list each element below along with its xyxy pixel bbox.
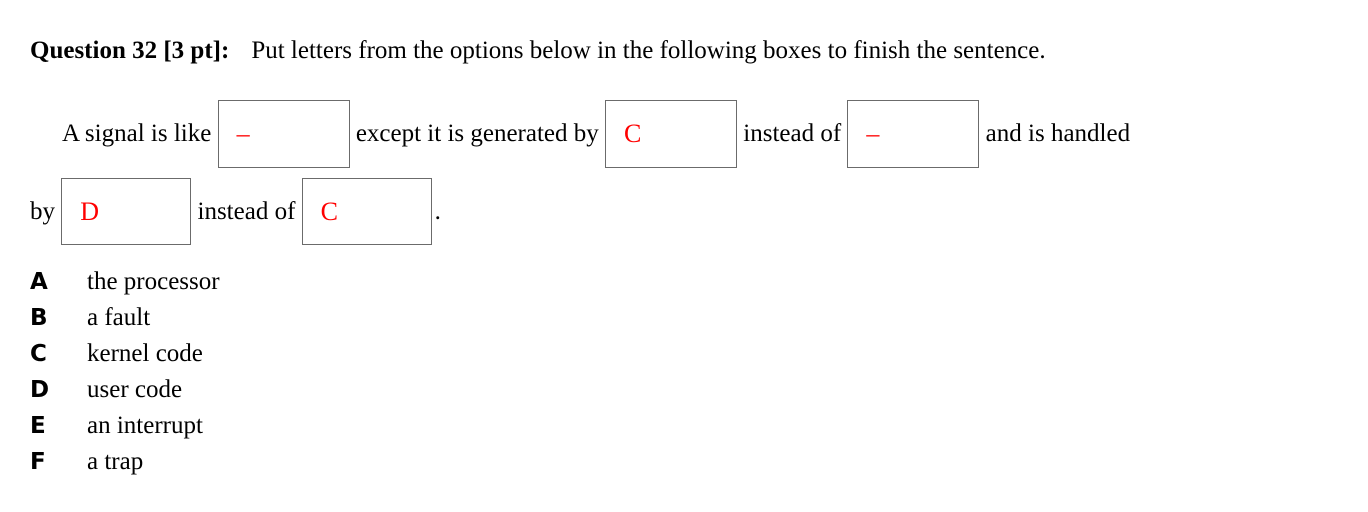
answer-box-5-value: C: [320, 196, 338, 226]
option-key-e: E: [30, 413, 46, 439]
answer-box-2[interactable]: C: [605, 100, 738, 168]
option-key-d: D: [30, 377, 50, 403]
exam-question-page: Question 32 [3 pt]: Put letters from the …: [0, 0, 1368, 512]
option-text-d: user code: [87, 376, 183, 403]
answer-box-1[interactable]: –: [217, 100, 350, 168]
option-text-e: an interrupt: [87, 412, 203, 439]
option-row-a[interactable]: A the processor: [30, 268, 220, 304]
option-text-b: a fault: [87, 304, 151, 331]
option-key-a: A: [30, 269, 48, 295]
option-key-b: B: [30, 305, 48, 331]
option-text-f: a trap: [87, 448, 144, 475]
question-body: Put letters from the options below in th…: [251, 37, 1046, 64]
option-key-f: F: [30, 449, 46, 475]
option-text-c: kernel code: [87, 340, 203, 367]
option-row-b[interactable]: B a fault: [30, 304, 220, 340]
answer-box-1-value: –: [236, 119, 250, 148]
option-row-c[interactable]: C kernel code: [30, 340, 220, 376]
sentence-line-1: A signal is like – except it is generate…: [30, 100, 1330, 176]
sentence-segment-3: instead of: [743, 120, 842, 147]
answer-box-3-value: –: [866, 119, 880, 148]
sentence-segment-1: A signal is like: [62, 120, 212, 147]
sentence-segment-6: instead of: [197, 198, 296, 225]
sentence-segment-5: by: [30, 198, 55, 225]
answer-box-2-value: C: [624, 119, 642, 148]
answer-box-4-value: D: [80, 196, 100, 226]
sentence-line-2: by D instead of C .: [30, 178, 1330, 256]
answer-box-4[interactable]: D: [61, 178, 192, 245]
question-label: Question 32 [3 pt]:: [30, 37, 230, 64]
option-row-d[interactable]: D user code: [30, 376, 220, 412]
sentence-segment-4: and is handled: [985, 120, 1131, 147]
sentence-period: .: [434, 198, 441, 225]
question-prompt: Question 32 [3 pt]: Put letters from the …: [30, 32, 1285, 70]
answer-box-3[interactable]: –: [847, 100, 980, 168]
option-row-f[interactable]: F a trap: [30, 448, 220, 484]
fill-in-sentence: A signal is like – except it is generate…: [30, 100, 1330, 256]
option-text-a: the processor: [87, 268, 220, 295]
option-key-c: C: [30, 341, 47, 367]
option-row-e[interactable]: E an interrupt: [30, 412, 220, 448]
options-list: A the processor B a fault C kernel code …: [30, 268, 220, 484]
answer-box-5[interactable]: C: [301, 178, 432, 245]
sentence-segment-2: except it is generated by: [355, 120, 599, 147]
